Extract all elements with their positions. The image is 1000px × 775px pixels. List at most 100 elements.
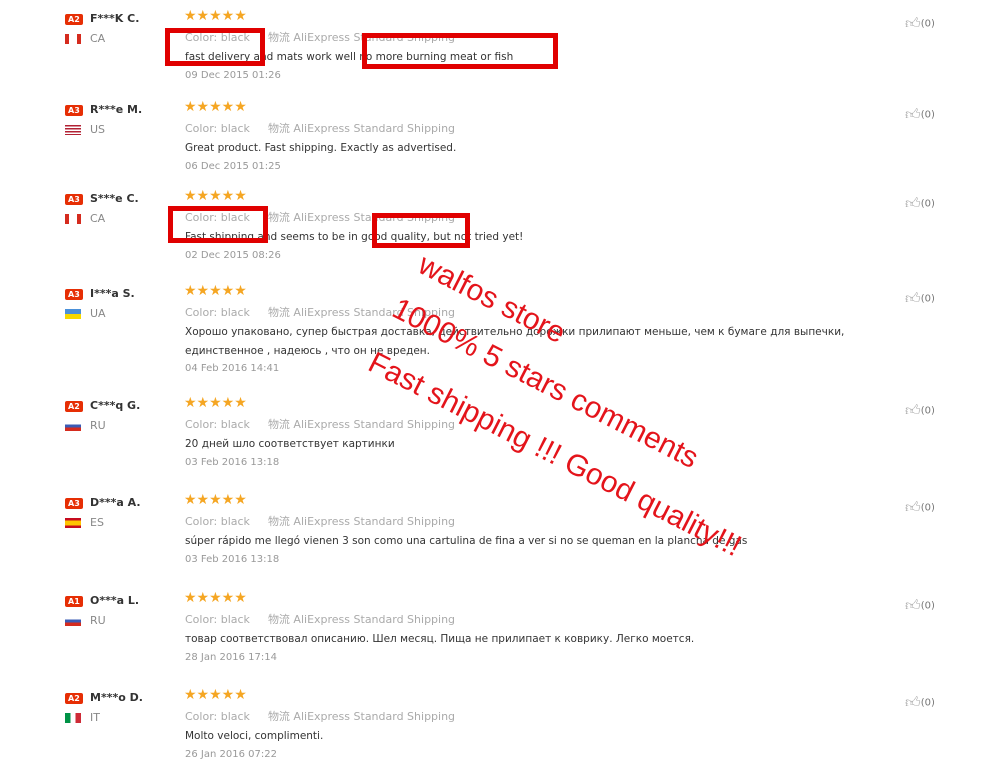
like-count: (0) [920, 18, 935, 30]
like-count: (0) [920, 109, 935, 121]
review-date: 02 Dec 2015 08:26 [185, 250, 281, 261]
reviewer-country: RU [90, 614, 106, 627]
flag-icon [65, 214, 81, 224]
shipping-method: 物流 AliExpress Standard Shipping [267, 515, 456, 528]
color-label: Color: [185, 418, 218, 431]
review-item: A1 O***a L. RU ★★★★★ Color: black 物流 AliE… [0, 590, 1000, 689]
like-count: (0) [920, 405, 935, 417]
order-info: Color: black 物流 AliExpress Standard Shipp… [185, 611, 455, 627]
reviewer-country: CA [90, 212, 106, 225]
star-rating-icon: ★★★★★ [184, 99, 247, 115]
review-item: A2 M***o D. IT ★★★★★ Color: black 物流 AliE… [0, 687, 1000, 775]
buyer-level-badge: A2 [65, 693, 83, 704]
reviewer-name: D***a A. [90, 496, 141, 509]
review-date: 03 Feb 2016 13:18 [185, 457, 280, 468]
flag-icon [65, 309, 81, 319]
star-rating-icon: ★★★★★ [184, 188, 247, 204]
reviewer-name: F***K C. [90, 12, 140, 25]
color-label: Color: [185, 613, 218, 626]
reviewer-name: I***a S. [90, 287, 135, 300]
star-rating-icon: ★★★★★ [184, 687, 247, 703]
color-label: Color: [185, 710, 218, 723]
buyer-level-badge: A1 [65, 596, 83, 607]
review-text: Great product. Fast shipping. Exactly as… [185, 142, 457, 154]
review-text: Fast shipping and seems to be in good qu… [185, 231, 524, 243]
color-value: black [220, 418, 250, 431]
helpful-button[interactable]: 👍︎(0) [905, 693, 935, 712]
helpful-button[interactable]: 👍︎(0) [905, 498, 935, 517]
thumbs-up-icon[interactable]: 👍︎ [905, 289, 921, 307]
buyer-level-badge: A3 [65, 289, 83, 300]
highlight-box [372, 213, 470, 248]
thumbs-up-icon[interactable]: 👍︎ [905, 105, 921, 123]
helpful-button[interactable]: 👍︎(0) [905, 14, 935, 33]
review-date: 28 Jan 2016 17:14 [185, 652, 277, 663]
thumbs-up-icon[interactable]: 👍︎ [905, 693, 921, 711]
review-text: súper rápido me llegó vienen 3 son como … [185, 535, 748, 547]
helpful-button[interactable]: 👍︎(0) [905, 596, 935, 615]
color-value: black [220, 515, 250, 528]
order-info: Color: black 物流 AliExpress Standard Shipp… [185, 513, 455, 529]
color-value: black [220, 710, 250, 723]
review-date: 06 Dec 2015 01:25 [185, 161, 281, 172]
color-value: black [220, 122, 250, 135]
flag-icon [65, 421, 81, 431]
order-info: Color: black 物流 AliExpress Standard Shipp… [185, 120, 455, 136]
review-item: A3 D***a A. ES ★★★★★ Color: black 物流 AliE… [0, 492, 1000, 591]
reviewer-country: US [90, 123, 106, 136]
shipping-method: 物流 AliExpress Standard Shipping [267, 613, 456, 626]
reviewer-name: M***o D. [90, 691, 143, 704]
reviewer-name: S***e C. [90, 192, 139, 205]
reviewer-country: CA [90, 32, 106, 45]
buyer-level-badge: A3 [65, 105, 83, 116]
helpful-button[interactable]: 👍︎(0) [905, 289, 935, 308]
reviewer-country: RU [90, 419, 106, 432]
reviewer-name: O***a L. [90, 594, 140, 607]
order-info: Color: black 物流 AliExpress Standard Shipp… [185, 708, 455, 724]
highlight-box [165, 28, 265, 66]
like-count: (0) [920, 697, 935, 709]
flag-icon [65, 518, 81, 528]
order-info: Color: black 物流 AliExpress Standard Shipp… [185, 416, 455, 432]
helpful-button[interactable]: 👍︎(0) [905, 194, 935, 213]
review-date: 03 Feb 2016 13:18 [185, 554, 280, 565]
reviewer-name: C***q G. [90, 399, 141, 412]
reviewer-country: IT [90, 711, 100, 724]
thumbs-up-icon[interactable]: 👍︎ [905, 194, 921, 212]
color-label: Color: [185, 306, 218, 319]
thumbs-up-icon[interactable]: 👍︎ [905, 596, 921, 614]
highlight-box [168, 206, 268, 243]
helpful-button[interactable]: 👍︎(0) [905, 105, 935, 124]
buyer-level-badge: A3 [65, 498, 83, 509]
flag-icon [65, 34, 81, 44]
like-count: (0) [920, 502, 935, 514]
reviewer-country: UA [90, 307, 106, 320]
reviews-page: A2 F***K C. CA ★★★★★ Color: black 物流 AliE… [0, 0, 1000, 775]
flag-icon [65, 616, 81, 626]
shipping-method: 物流 AliExpress Standard Shipping [267, 710, 456, 723]
review-date: 09 Dec 2015 01:26 [185, 70, 281, 81]
color-value: black [220, 306, 250, 319]
review-date: 26 Jan 2016 07:22 [185, 749, 277, 760]
review-item: A3 R***e M. US ★★★★★ Color: black 物流 AliE… [0, 99, 1000, 198]
review-item: A3 S***e C. CA ★★★★★ Color: black 物流 AliE… [0, 188, 1000, 287]
flag-icon [65, 713, 81, 723]
thumbs-up-icon[interactable]: 👍︎ [905, 14, 921, 32]
review-text: товар соответствовал описанию. Шел месяц… [185, 633, 695, 645]
helpful-button[interactable]: 👍︎(0) [905, 401, 935, 420]
star-rating-icon: ★★★★★ [184, 590, 247, 606]
like-count: (0) [920, 198, 935, 210]
color-value: black [220, 613, 250, 626]
thumbs-up-icon[interactable]: 👍︎ [905, 498, 921, 516]
reviewer-country: ES [90, 516, 104, 529]
thumbs-up-icon[interactable]: 👍︎ [905, 401, 921, 419]
review-date: 04 Feb 2016 14:41 [185, 363, 280, 374]
color-label: Color: [185, 122, 218, 135]
shipping-method: 物流 AliExpress Standard Shipping [267, 418, 456, 431]
flag-icon [65, 125, 81, 135]
reviewer-name: R***e M. [90, 103, 143, 116]
like-count: (0) [920, 600, 935, 612]
like-count: (0) [920, 293, 935, 305]
star-rating-icon: ★★★★★ [184, 283, 247, 299]
review-text: Molto veloci, complimenti. [185, 730, 324, 742]
